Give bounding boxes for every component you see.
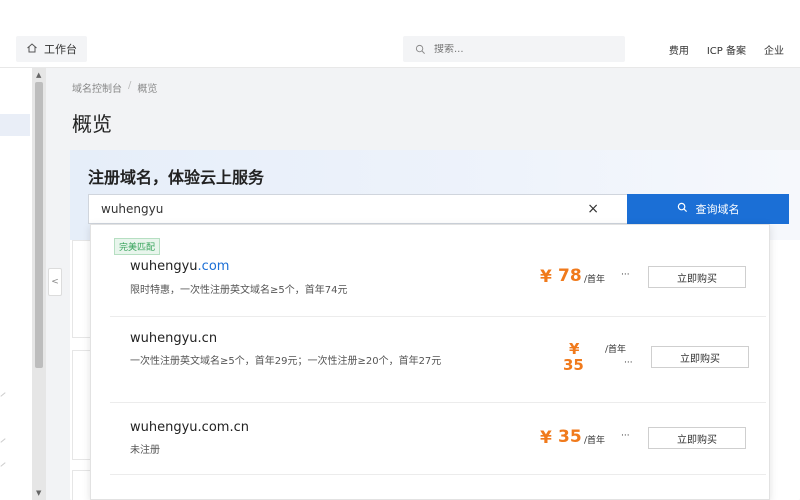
page-title: 概览	[72, 112, 112, 136]
price-value: 35	[563, 356, 584, 374]
perfect-match-badge: 完美匹配	[114, 238, 161, 255]
sidebar-scrollbar[interactable]: ▲ ▼	[32, 68, 46, 500]
breadcrumb-separator: /	[128, 80, 132, 91]
row-divider	[110, 402, 766, 403]
query-button-label: 查询域名	[695, 204, 740, 216]
price-currency: ¥	[540, 428, 552, 448]
domain-name-base: wuhengyu	[130, 259, 198, 274]
domain-name-base: wuhengyu	[130, 331, 198, 346]
global-search-input[interactable]	[434, 43, 604, 55]
nav-link-enterprise[interactable]: 企业	[764, 42, 784, 57]
global-search[interactable]	[403, 36, 625, 62]
price-unit: /首年	[584, 275, 606, 285]
buy-now-button[interactable]: 立即购买	[648, 266, 746, 288]
sidebar-divider	[0, 462, 6, 467]
sidebar-divider	[0, 392, 6, 397]
search-icon	[415, 40, 426, 59]
domain-description: 限时特惠，一次性注册英文域名≥5个，首年74元	[130, 285, 348, 296]
sidebar-selected-item[interactable]	[0, 114, 30, 136]
home-icon	[26, 42, 38, 57]
domain-tld: .cn	[197, 331, 218, 346]
domain-tld: .com.cn	[197, 420, 249, 435]
domain-name: wuhengyu.com.cn	[130, 420, 249, 435]
more-icon[interactable]: ···	[621, 270, 630, 280]
nav-link-icp[interactable]: ICP 备案	[707, 42, 746, 57]
top-links: 费用 ICP 备案 企业	[669, 30, 784, 68]
clear-icon[interactable]: ×	[587, 201, 599, 217]
domain-tld: .com	[197, 259, 230, 274]
price-unit: /首年	[605, 345, 627, 355]
price-currency: ¥	[540, 267, 552, 287]
breadcrumb: 域名控制台 / 概览	[72, 80, 157, 95]
scroll-up-icon[interactable]: ▲	[36, 71, 41, 79]
buy-now-button[interactable]: 立即购买	[648, 427, 746, 449]
breadcrumb-overview: 概览	[137, 84, 158, 95]
more-icon[interactable]: ···	[624, 358, 633, 368]
workbench-label: 工作台	[44, 43, 77, 56]
chevron-left-icon: <	[51, 277, 59, 287]
query-domain-button[interactable]: 查询域名	[627, 194, 789, 224]
domain-description: 一次性注册英文域名≥5个，首年29元；一次性注册≥20个，首年27元	[130, 356, 442, 367]
domain-search-field[interactable]: ×	[88, 194, 628, 224]
domain-name-base: wuhengyu	[130, 420, 198, 435]
sidebar	[0, 68, 32, 500]
search-icon	[677, 202, 688, 216]
top-navigation: 工作台 费用 ICP 备案 企业	[0, 30, 800, 68]
scrollbar-thumb[interactable]	[35, 82, 43, 368]
price-value: 35	[558, 427, 582, 447]
row-divider	[110, 474, 766, 475]
domain-name: wuhengyu.com	[130, 259, 229, 274]
banner-title: 注册域名，体验云上服务	[88, 168, 265, 187]
price-unit: /首年	[584, 436, 606, 446]
breadcrumb-domain-console[interactable]: 域名控制台	[72, 80, 122, 95]
sidebar-divider	[0, 438, 6, 443]
collapse-sidebar-button[interactable]: <	[48, 268, 62, 296]
price-value: 78	[558, 266, 582, 286]
domain-name: wuhengyu.cn	[130, 331, 217, 346]
domain-status: 未注册	[130, 445, 160, 456]
scroll-down-icon[interactable]: ▼	[36, 489, 41, 497]
workbench-button[interactable]: 工作台	[16, 36, 87, 62]
buy-now-button[interactable]: 立即购买	[651, 346, 749, 368]
more-icon[interactable]: ···	[621, 431, 630, 441]
nav-link-billing[interactable]: 费用	[669, 42, 689, 57]
row-divider	[110, 316, 766, 317]
window-top-bar	[0, 0, 800, 30]
domain-search-input[interactable]	[89, 202, 569, 216]
